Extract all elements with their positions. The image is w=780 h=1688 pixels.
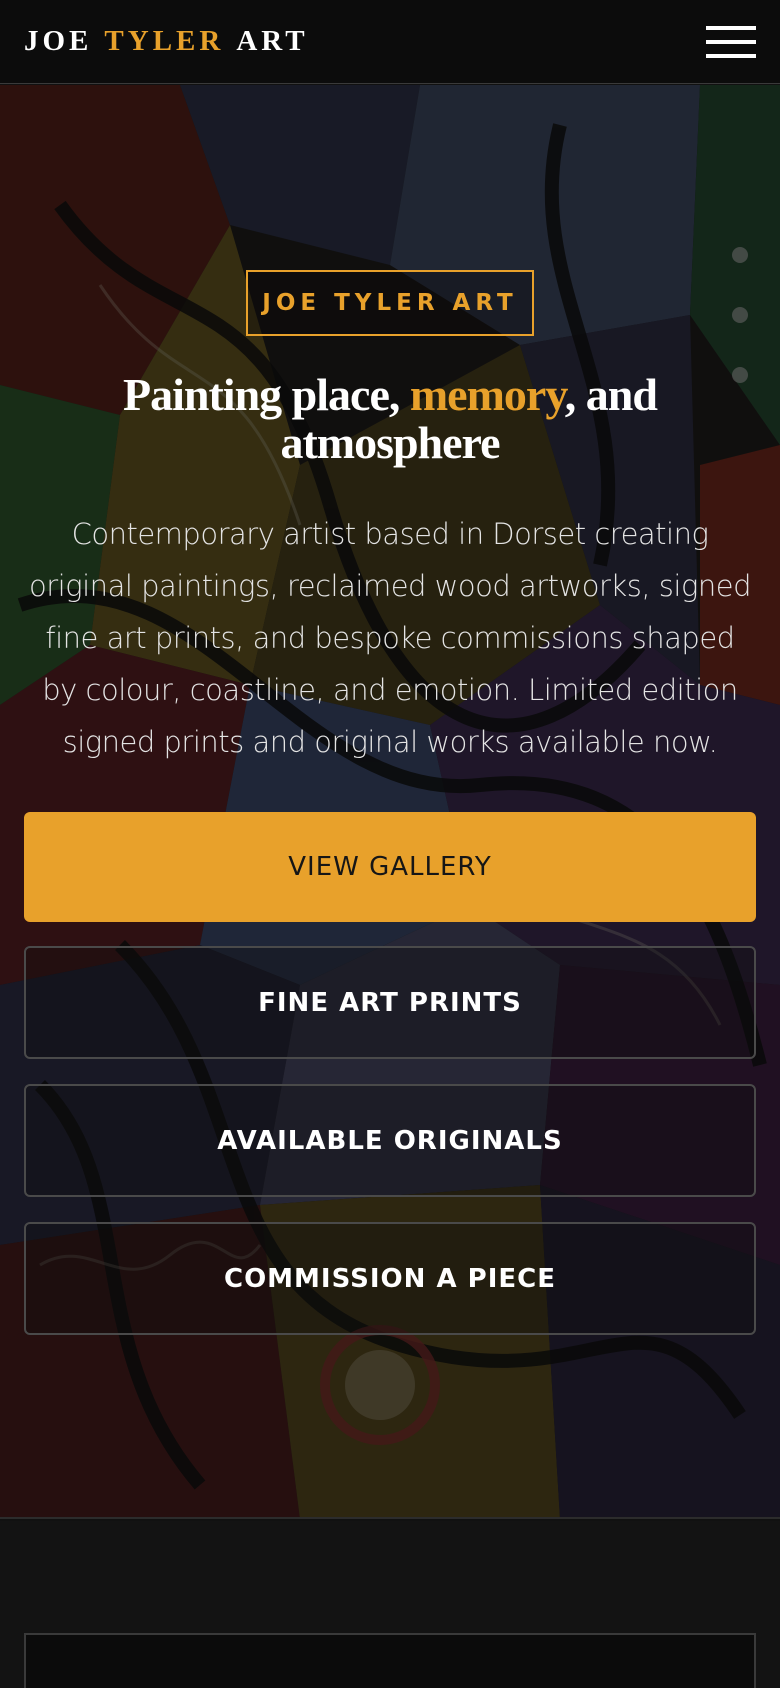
logo-word-art: ART (236, 25, 309, 57)
hamburger-icon[interactable] (706, 24, 756, 60)
hero-headline: Painting place, memory, and atmosphere (40, 371, 740, 467)
site-header: JOE TYLER ART (0, 0, 780, 84)
headline-text: Painting place, (123, 369, 410, 420)
logo-word-joe: JOE (24, 25, 93, 57)
commission-piece-button[interactable]: COMMISSION A PIECE (24, 1222, 756, 1335)
fine-art-prints-button[interactable]: FINE ART PRINTS (24, 946, 756, 1059)
logo-word-tyler: TYLER (104, 25, 225, 57)
menu-bar (706, 25, 756, 30)
hero-section: JOE TYLER ART Painting place, memory, an… (0, 85, 780, 1519)
available-originals-button[interactable]: AVAILABLE ORIGINALS (24, 1084, 756, 1197)
site-logo[interactable]: JOE TYLER ART (24, 25, 309, 58)
menu-bar (706, 39, 756, 44)
headline-accent: memory (409, 369, 566, 420)
view-gallery-button[interactable]: VIEW GALLERY (24, 812, 756, 922)
content-card (24, 1633, 756, 1688)
eyebrow-label: JOE TYLER ART (246, 270, 534, 336)
lower-section (0, 1521, 780, 1688)
hero-intro: Contemporary artist based in Dorset crea… (29, 517, 751, 759)
menu-bar (706, 53, 756, 58)
